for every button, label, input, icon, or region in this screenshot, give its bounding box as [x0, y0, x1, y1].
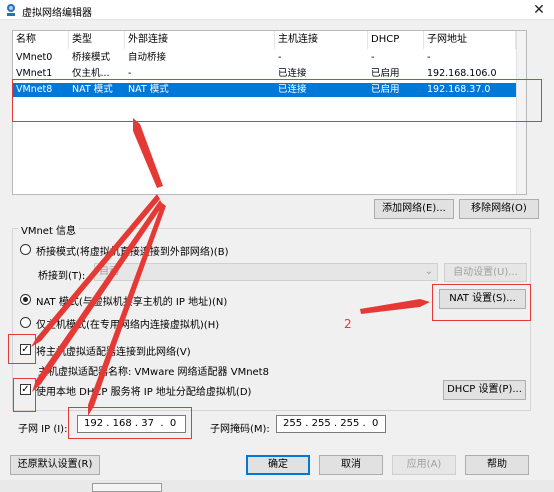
annotation-arrows [31, 118, 430, 416]
arrow-to-nat-settings [360, 299, 430, 314]
arrow-to-vmnet8 [133, 118, 163, 188]
arrow-to-dhcp-checkbox [32, 200, 163, 392]
